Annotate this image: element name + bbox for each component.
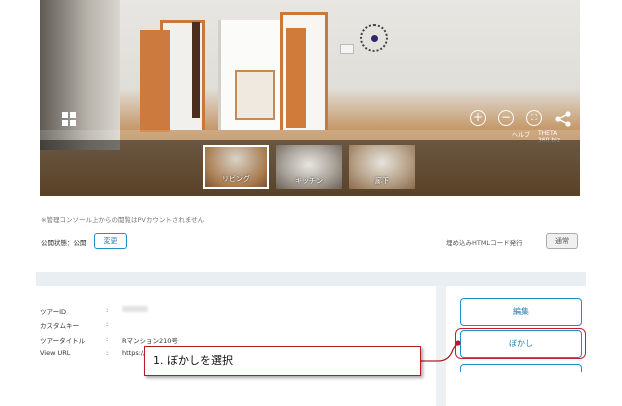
custom-key-label: カスタムキー	[40, 322, 79, 330]
thumbnail-kitchen[interactable]: キッチン	[276, 145, 342, 189]
zoom-in-icon[interactable]: +	[470, 110, 486, 126]
room-door	[140, 30, 170, 132]
tour-title-value: Rマンション210号	[122, 337, 178, 345]
change-status-button[interactable]: 変更	[94, 233, 127, 249]
separator: :	[106, 320, 109, 328]
panorama-viewer[interactable]: + − ⛶ ヘルプ THETA 360.biz リビング キッチン 廊下	[40, 0, 580, 196]
room-door-2	[286, 28, 306, 128]
tour-id-value	[122, 306, 148, 312]
view-url-value[interactable]: https://	[122, 349, 145, 357]
next-action-button[interactable]	[460, 364, 582, 372]
separator: :	[106, 306, 109, 314]
thumbnail-label: 廊下	[375, 177, 389, 185]
tour-title-label: ツアータイトル	[40, 337, 86, 345]
thumbnail-living[interactable]: リビング	[203, 145, 269, 189]
wall-switch	[340, 44, 354, 54]
section-header-bar	[36, 272, 586, 286]
instruction-callout: 1. ぼかしを選択	[144, 346, 421, 376]
thumbnail-hallway[interactable]: 廊下	[349, 145, 415, 189]
room-counter	[235, 70, 275, 120]
grid-menu-icon[interactable]	[62, 112, 76, 126]
publish-status: 公開状態：公開	[41, 239, 87, 247]
edit-button[interactable]: 編集	[460, 298, 582, 326]
embed-code-label: 埋め込みHTMLコード発行	[446, 239, 523, 247]
separator: :	[106, 335, 109, 343]
thumbnail-label: リビング	[222, 175, 250, 183]
zoom-out-icon[interactable]: −	[498, 110, 514, 126]
embed-normal-button[interactable]: 通常	[546, 233, 578, 249]
tour-id-label: ツアーID	[40, 308, 67, 316]
room-door-edge	[192, 22, 200, 118]
help-link[interactable]: ヘルプ	[512, 130, 530, 139]
thumbnail-label: キッチン	[295, 177, 323, 185]
highlight-frame	[455, 328, 586, 359]
view-url-label: View URL	[40, 349, 71, 357]
tour-detail-page: + − ⛶ ヘルプ THETA 360.biz リビング キッチン 廊下 ※管理…	[0, 0, 622, 406]
separator: :	[106, 349, 109, 357]
share-icon[interactable]	[554, 110, 572, 128]
room-wall	[40, 0, 120, 150]
pv-note: ※管理コンソール上からの閲覧はPVカウントされません	[41, 216, 205, 224]
wall-clock	[360, 24, 388, 52]
fullscreen-icon[interactable]: ⛶	[526, 110, 542, 126]
